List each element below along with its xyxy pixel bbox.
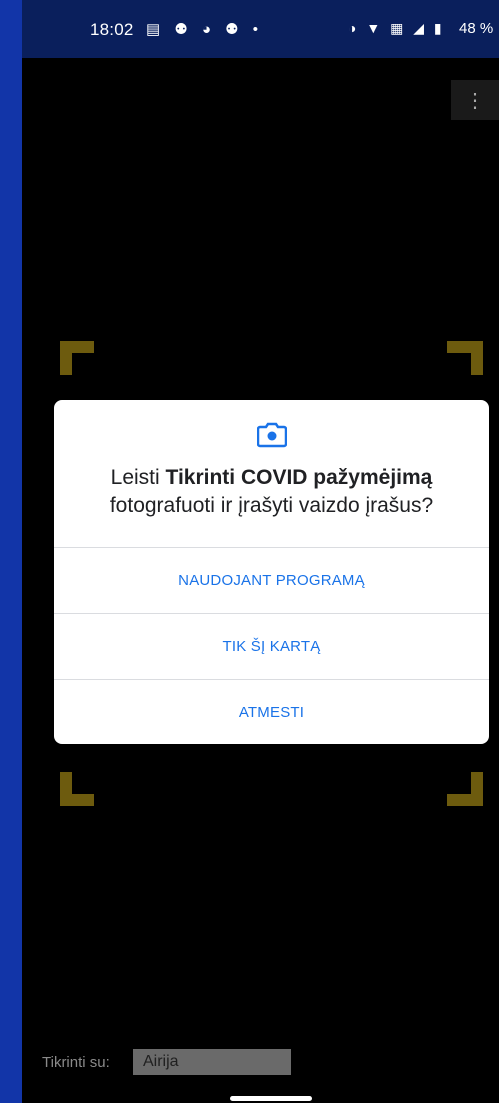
more-vert-icon: ⋮	[465, 89, 485, 112]
allow-once-button[interactable]: TIK ŠĮ KARTĄ	[54, 614, 489, 678]
home-indicator[interactable]	[230, 1096, 312, 1101]
screen-edge	[0, 0, 22, 1103]
status-bar: 18:02 ▤ ⚉ ◕ ⚉ • ◑ ▼ ▦ ◢ ▮ 48 %	[22, 0, 499, 58]
country-select[interactable]: Airija	[133, 1049, 291, 1075]
battery-percentage: 48 %	[459, 20, 494, 37]
notification-icons: ▤ ⚉ ◕ ⚉ •	[146, 21, 264, 38]
dialog-title-app-name: Tikrinti COVID pažymėjimą	[165, 466, 433, 489]
dialog-title-question: fotografuoti ir įrašyti vaizdo įrašus?	[109, 494, 434, 517]
dialog-title-prefix: Leisti	[110, 466, 166, 489]
camera-icon	[257, 422, 287, 448]
system-status-icons: ◑ ▼ ▦ ◢ ▮	[348, 20, 445, 36]
scanner-corner-top-right	[447, 341, 483, 375]
scanner-corner-top-left	[60, 341, 94, 375]
overflow-menu-icon[interactable]: ⋮	[451, 80, 499, 120]
check-with-label: Tikrinti su:	[42, 1054, 110, 1071]
camera-permission-dialog: Leisti Tikrinti COVID pažymėjimą fotogra…	[54, 400, 489, 744]
status-time: 18:02	[90, 20, 134, 39]
scanner-corner-bottom-right	[447, 772, 483, 806]
dialog-title: Leisti Tikrinti COVID pažymėjimą fotogra…	[54, 464, 489, 520]
scanner-corner-bottom-left	[60, 772, 94, 806]
deny-button[interactable]: ATMESTI	[54, 680, 489, 744]
allow-while-using-button[interactable]: NAUDOJANT PROGRAMĄ	[54, 548, 489, 612]
